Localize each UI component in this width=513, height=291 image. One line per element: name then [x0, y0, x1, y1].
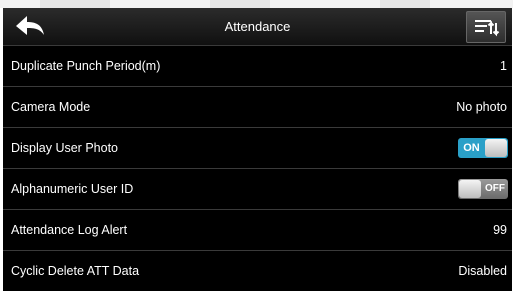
row-label: Cyclic Delete ATT Data — [11, 264, 140, 278]
row-alphanumeric-user-id[interactable]: Alphanumeric User ID OFF — [3, 169, 512, 210]
row-value: 1 — [500, 59, 507, 73]
display-user-photo-toggle[interactable]: ON — [458, 138, 508, 158]
row-value: No photo — [456, 100, 507, 114]
row-value: Disabled — [458, 264, 507, 278]
backdrop-shape — [40, 0, 110, 8]
row-label: Alphanumeric User ID — [11, 182, 134, 196]
backdrop-shape — [210, 0, 270, 8]
back-button[interactable] — [13, 13, 47, 39]
row-duplicate-punch-period[interactable]: Duplicate Punch Period(m) 1 — [3, 46, 512, 87]
row-camera-mode[interactable]: Camera Mode No photo — [3, 87, 512, 128]
row-label: Camera Mode — [11, 100, 91, 114]
row-label: Display User Photo — [11, 141, 118, 155]
backdrop-strip — [0, 0, 513, 8]
row-display-user-photo[interactable]: Display User Photo ON — [3, 128, 512, 169]
toggle-text: ON — [463, 142, 480, 154]
menu-button[interactable] — [466, 11, 506, 43]
row-label: Attendance Log Alert — [11, 223, 128, 237]
back-arrow-icon — [16, 16, 44, 35]
settings-list: Duplicate Punch Period(m) 1 Camera Mode … — [3, 46, 512, 291]
backdrop-shape — [380, 0, 430, 8]
toggle-knob — [485, 139, 507, 157]
device-screen: Attendance Duplicate Punch Period(m) 1 C… — [3, 8, 512, 291]
row-label: Duplicate Punch Period(m) — [11, 59, 161, 73]
row-value: 99 — [493, 223, 507, 237]
row-cyclic-delete-att-data[interactable]: Cyclic Delete ATT Data Disabled — [3, 251, 512, 291]
alphanumeric-user-id-toggle[interactable]: OFF — [458, 179, 508, 199]
header-bar: Attendance — [3, 8, 512, 46]
toggle-knob — [459, 180, 481, 198]
page-title: Attendance — [224, 19, 291, 34]
menu-sort-icon — [475, 20, 500, 37]
toggle-text: OFF — [485, 183, 505, 194]
row-attendance-log-alert[interactable]: Attendance Log Alert 99 — [3, 210, 512, 251]
